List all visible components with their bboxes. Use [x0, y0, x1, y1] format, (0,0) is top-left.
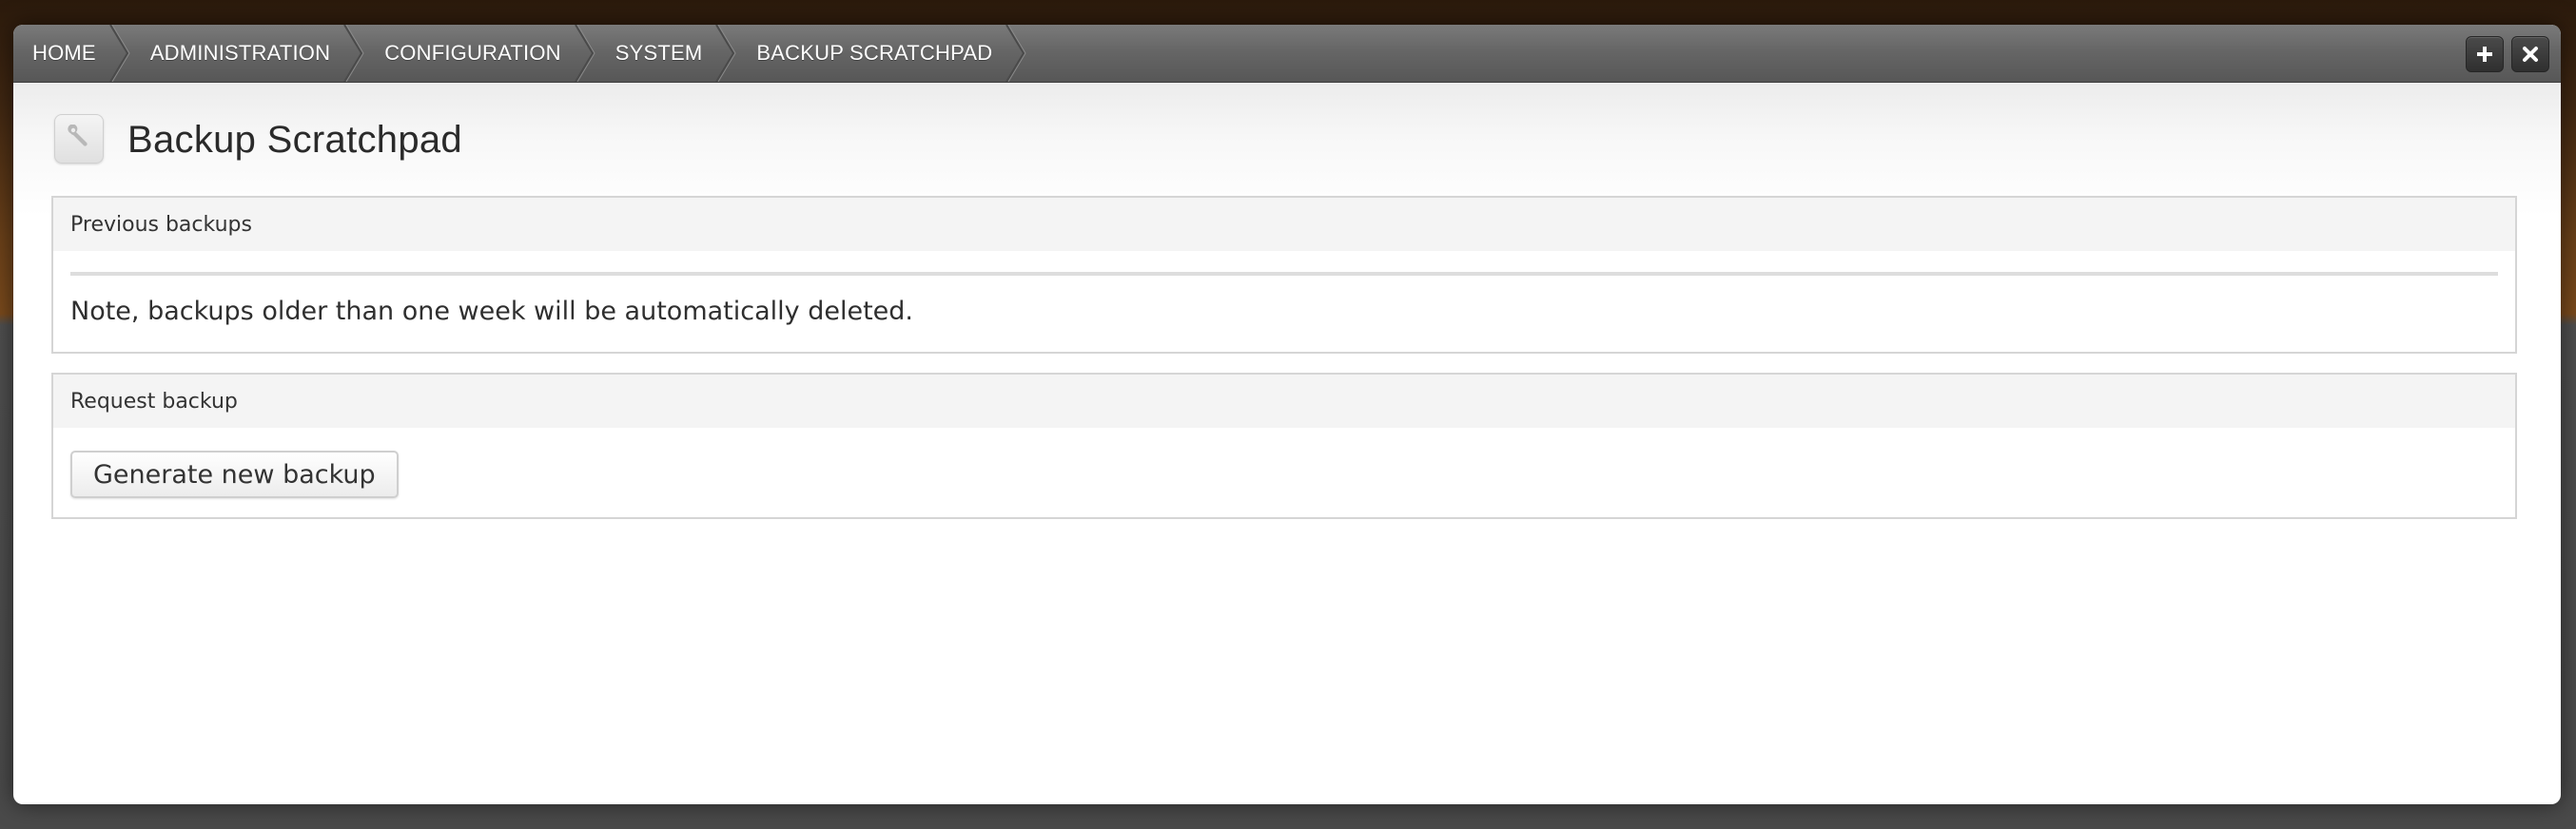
- page-title-icon-box: [54, 114, 104, 164]
- overlay-toolbar: HOME ADMINISTRATION CONFIGURATION SYSTEM…: [13, 25, 2561, 83]
- breadcrumb-home[interactable]: HOME: [13, 25, 131, 82]
- breadcrumb-system[interactable]: SYSTEM: [596, 25, 738, 82]
- breadcrumb-separator-icon: [715, 25, 737, 82]
- breadcrumb-separator-icon: [574, 25, 595, 82]
- previous-backups-panel: Previous backups Note, backups older tha…: [51, 196, 2517, 354]
- divider: [70, 272, 2498, 276]
- page-title: Backup Scratchpad: [127, 119, 462, 161]
- breadcrumb-separator-icon: [108, 25, 130, 82]
- close-icon: [2523, 47, 2538, 62]
- breadcrumb-administration-label: ADMINISTRATION: [149, 41, 331, 65]
- breadcrumb-administration[interactable]: ADMINISTRATION: [131, 25, 365, 82]
- breadcrumb-separator-icon: [343, 25, 364, 82]
- breadcrumb-separator-icon: [1005, 25, 1026, 82]
- request-backup-panel: Request backup Generate new backup: [51, 373, 2517, 519]
- overlay-dialog: HOME ADMINISTRATION CONFIGURATION SYSTEM…: [13, 25, 2561, 804]
- breadcrumb-configuration[interactable]: CONFIGURATION: [365, 25, 596, 82]
- previous-backups-body: Note, backups older than one week will b…: [53, 272, 2515, 331]
- plus-icon: [2477, 47, 2492, 62]
- breadcrumb-system-label: SYSTEM: [615, 41, 703, 65]
- wrench-icon: [68, 125, 88, 146]
- breadcrumb: HOME ADMINISTRATION CONFIGURATION SYSTEM…: [13, 25, 1027, 82]
- breadcrumb-home-label: HOME: [32, 41, 96, 65]
- generate-backup-button[interactable]: Generate new backup: [70, 451, 399, 498]
- close-button[interactable]: [2511, 36, 2549, 72]
- breadcrumb-backup-scratchpad-label: BACKUP SCRATCHPAD: [756, 41, 993, 65]
- toolbar-actions: [2466, 36, 2549, 72]
- previous-backups-heading: Previous backups: [53, 198, 2515, 251]
- retention-note: Note, backups older than one week will b…: [70, 297, 913, 326]
- breadcrumb-configuration-label: CONFIGURATION: [384, 41, 561, 65]
- request-backup-heading: Request backup: [53, 375, 2515, 428]
- expand-button[interactable]: [2466, 36, 2504, 72]
- breadcrumb-backup-scratchpad[interactable]: BACKUP SCRATCHPAD: [737, 25, 1027, 82]
